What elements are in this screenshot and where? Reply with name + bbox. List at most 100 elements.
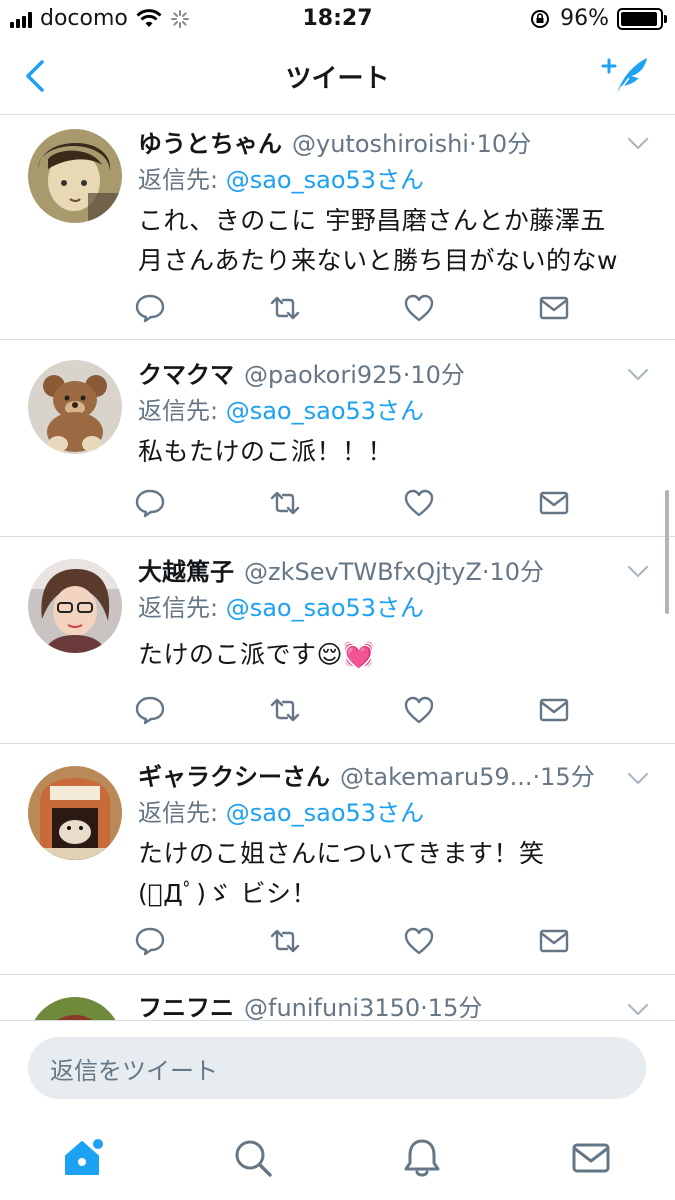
user-handle[interactable]: @paokori925	[244, 358, 403, 392]
timestamp[interactable]: 15分	[540, 760, 595, 794]
separator: ·	[420, 994, 428, 1020]
tab-search[interactable]	[223, 1128, 283, 1188]
avatar-image	[28, 559, 122, 653]
tweet-card[interactable]: ギャラクシーさん @takemaru59... · 15分 返信先: @sao_…	[0, 744, 675, 975]
like-action[interactable]	[403, 488, 439, 520]
user-handle[interactable]: @takemaru59...	[340, 760, 533, 794]
reply-mention-link[interactable]: @sao_sao53さん	[226, 397, 424, 425]
reply-input[interactable]: 返信をツイート	[28, 1037, 646, 1099]
like-action[interactable]	[403, 695, 439, 727]
rotation-lock-icon	[531, 9, 550, 28]
dm-action[interactable]	[538, 695, 574, 727]
tweet-text-line: 月さんあたり来ないと勝ち目がない的なw	[138, 246, 618, 275]
status-bar-right: 96%	[530, 6, 667, 31]
timestamp[interactable]: 10分	[477, 127, 532, 161]
caret-down-icon[interactable]	[627, 565, 649, 579]
tweet-card[interactable]: フニフニ @funifuni3150 · 15分	[0, 975, 675, 1020]
dm-action[interactable]	[538, 488, 574, 520]
like-icon	[405, 489, 434, 517]
avatar[interactable]	[28, 129, 122, 223]
like-action[interactable]	[403, 926, 439, 958]
tweet-actions	[134, 695, 574, 727]
dm-icon	[539, 296, 569, 320]
reply-bar: 返信をツイート	[0, 1020, 675, 1116]
tweet-body: フニフニ @funifuni3150 · 15分	[138, 991, 655, 1020]
tweet-text: 私もたけのこ派！！！	[138, 432, 655, 472]
avatar-image	[28, 766, 122, 860]
avatar[interactable]	[28, 766, 122, 860]
reply-mention-link[interactable]: @sao_sao53さん	[226, 594, 424, 622]
timestamp[interactable]: 10分	[489, 555, 544, 589]
dm-action[interactable]	[538, 293, 574, 325]
tweet-header: 大越篤子 @zkSevTWBfxQjtyZ · 10分	[138, 555, 655, 589]
tab-messages[interactable]	[561, 1128, 621, 1188]
tweet-text: たけのこ派です😌💓	[138, 635, 655, 675]
reply-action[interactable]	[134, 293, 170, 325]
reply-mention-link[interactable]: @sao_sao53さん	[226, 166, 424, 194]
tweet-header: ゆうとちゃん @yutoshiroishi · 10分	[138, 127, 655, 161]
reply-action[interactable]	[134, 488, 170, 520]
reply-mention-link[interactable]: @sao_sao53さん	[226, 799, 424, 827]
tweet-card[interactable]: クマクマ @paokori925 · 10分 返信先: @sao_sao53さん…	[0, 340, 675, 537]
avatar[interactable]	[28, 559, 122, 653]
tweet-text: これ、きのこに 宇野昌磨さんとか藤澤五 月さんあたり来ないと勝ち目がない的なw	[138, 201, 655, 281]
timestamp[interactable]: 15分	[428, 991, 483, 1020]
caret-down-icon[interactable]	[627, 368, 649, 382]
caret-down-icon[interactable]	[627, 772, 649, 786]
display-name[interactable]: フニフニ	[138, 991, 234, 1020]
tweet-text-line: たけのこ姐さんについてきます！笑	[138, 839, 545, 868]
retweet-action[interactable]	[269, 695, 305, 727]
caret-down-icon[interactable]	[627, 137, 649, 151]
dm-action[interactable]	[538, 926, 574, 958]
reply-to-label: 返信先:	[138, 397, 226, 425]
tab-notifications[interactable]	[392, 1128, 452, 1188]
tweet-card[interactable]: 大越篤子 @zkSevTWBfxQjtyZ · 10分 返信先: @sao_sa…	[0, 537, 675, 744]
tweet-text-line: たけのこ派です😌💓	[138, 640, 375, 669]
reply-to-line: 返信先: @sao_sao53さん	[138, 796, 655, 830]
display-name[interactable]: ゆうとちゃん	[138, 127, 282, 161]
user-handle[interactable]: @yutoshiroishi	[292, 127, 469, 161]
user-handle[interactable]: @funifuni3150	[244, 991, 420, 1020]
tab-bar	[0, 1116, 675, 1200]
caret-down-icon[interactable]	[627, 1003, 649, 1017]
reply-icon	[135, 927, 165, 956]
tweet-body: ゆうとちゃん @yutoshiroishi · 10分 返信先: @sao_sa…	[138, 127, 655, 281]
reply-to-label: 返信先:	[138, 594, 226, 622]
timestamp[interactable]: 10分	[410, 358, 465, 392]
reply-action[interactable]	[134, 695, 170, 727]
page-title: ツイート	[285, 64, 390, 94]
like-action[interactable]	[403, 293, 439, 325]
reply-to-line: 返信先: @sao_sao53さん	[138, 591, 655, 625]
tweet-card[interactable]: ゆうとちゃん @yutoshiroishi · 10分 返信先: @sao_sa…	[0, 115, 675, 340]
retweet-action[interactable]	[269, 488, 305, 520]
retweet-action[interactable]	[269, 926, 305, 958]
reply-action[interactable]	[134, 926, 170, 958]
display-name[interactable]: クマクマ	[138, 358, 234, 392]
navigation-bar: ツイート	[0, 38, 675, 115]
like-icon	[405, 696, 434, 724]
tweet-body: クマクマ @paokori925 · 10分 返信先: @sao_sao53さん…	[138, 358, 655, 472]
tab-home[interactable]	[54, 1128, 114, 1188]
retweet-icon	[270, 296, 299, 320]
reply-timeline[interactable]: ゆうとちゃん @yutoshiroishi · 10分 返信先: @sao_sa…	[0, 115, 675, 1020]
avatar[interactable]	[28, 997, 122, 1020]
user-handle[interactable]: @zkSevTWBfxQjtyZ	[244, 555, 482, 589]
separator: ·	[468, 130, 477, 158]
display-name[interactable]: ギャラクシーさん	[138, 760, 330, 794]
dm-icon	[539, 491, 569, 515]
display-name[interactable]: 大越篤子	[138, 555, 234, 589]
compose-tweet-icon[interactable]	[601, 54, 649, 98]
reply-to-line: 返信先: @sao_sao53さん	[138, 394, 655, 428]
retweet-icon	[270, 698, 299, 722]
reply-icon	[135, 489, 165, 518]
scrollbar[interactable]	[665, 490, 669, 614]
avatar[interactable]	[28, 360, 122, 454]
messages-icon	[572, 1143, 610, 1173]
retweet-action[interactable]	[269, 293, 305, 325]
separator: ·	[402, 361, 411, 389]
like-icon	[405, 927, 434, 955]
avatar-image	[28, 360, 122, 454]
reply-to-line: 返信先: @sao_sao53さん	[138, 163, 655, 197]
tweet-body: 大越篤子 @zkSevTWBfxQjtyZ · 10分 返信先: @sao_sa…	[138, 555, 655, 675]
avatar-image	[28, 997, 122, 1020]
